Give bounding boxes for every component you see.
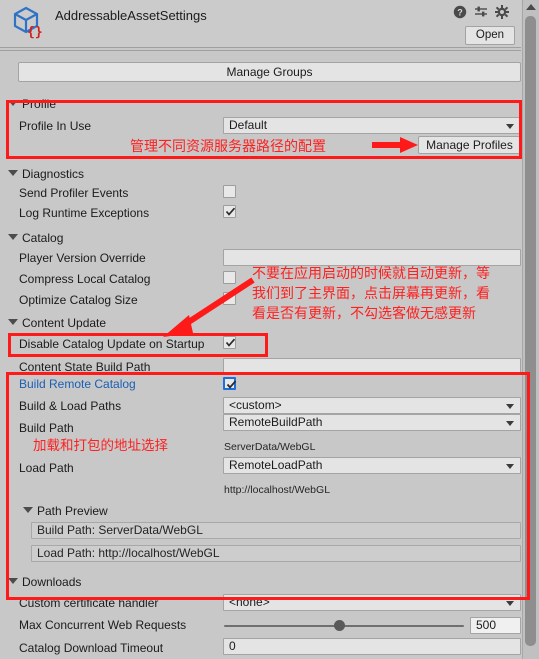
- custom-certificate-handler-dropdown[interactable]: <none>: [223, 594, 521, 611]
- load-path-preview-inline: http://localhost/WebGL: [224, 484, 331, 496]
- chevron-down-icon: [8, 319, 18, 325]
- section-title-downloads: Downloads: [22, 575, 82, 589]
- player-version-override-label: Player Version Override: [19, 251, 146, 265]
- chevron-down-icon: [23, 507, 33, 513]
- disable-catalog-update-label: Disable Catalog Update on Startup: [19, 337, 205, 351]
- page-title: AddressableAssetSettings: [55, 8, 207, 23]
- chevron-down-icon: [8, 234, 18, 240]
- section-title-catalog: Catalog: [22, 231, 64, 245]
- help-icon[interactable]: ?: [453, 5, 467, 19]
- build-remote-catalog-label: Build Remote Catalog: [19, 377, 136, 391]
- path-preview-build-row: Build Path: ServerData/WebGL: [31, 522, 521, 539]
- log-runtime-exceptions-checkbox[interactable]: [223, 205, 236, 218]
- optimize-catalog-size-label: Optimize Catalog Size: [19, 293, 138, 307]
- foldout-path-preview[interactable]: Path Preview: [23, 504, 108, 518]
- profile-in-use-label: Profile In Use: [19, 119, 92, 133]
- content-state-build-path-label: Content State Build Path: [19, 360, 151, 374]
- checkmark-icon: [226, 380, 237, 389]
- build-path-label: Build Path: [19, 421, 74, 435]
- build-load-paths-dropdown[interactable]: <custom>: [223, 397, 521, 414]
- foldout-content-update[interactable]: Content Update: [8, 316, 106, 330]
- profile-in-use-dropdown[interactable]: Default: [223, 117, 521, 134]
- header-divider: [0, 47, 521, 48]
- foldout-catalog[interactable]: Catalog: [8, 231, 63, 245]
- send-profiler-events-label: Send Profiler Events: [19, 186, 129, 200]
- inspector-window: {} AddressableAssetSettings ? Open Manag…: [0, 0, 539, 659]
- load-path-dropdown[interactable]: RemoteLoadPath: [223, 457, 521, 474]
- scrollbar-thumb[interactable]: [525, 16, 536, 646]
- catalog-download-timeout-input[interactable]: 0: [223, 638, 521, 655]
- foldout-diagnostics[interactable]: Diagnostics: [8, 167, 84, 181]
- open-button[interactable]: Open: [465, 26, 515, 45]
- chevron-down-icon: [8, 170, 18, 176]
- custom-certificate-handler-label: Custom certificate handler: [19, 596, 159, 610]
- header-divider-2: [0, 50, 521, 51]
- send-profiler-events-checkbox[interactable]: [223, 185, 236, 198]
- load-path-label: Load Path: [19, 461, 74, 475]
- svg-text:{}: {}: [27, 25, 43, 40]
- svg-text:?: ?: [457, 8, 463, 18]
- vertical-scrollbar[interactable]: [522, 0, 539, 659]
- section-title-content-update: Content Update: [22, 316, 107, 330]
- build-path-preview-inline: ServerData/WebGL: [224, 441, 316, 453]
- section-title-path-preview: Path Preview: [37, 504, 108, 518]
- content-state-build-path-input[interactable]: [223, 358, 521, 375]
- annotation-catalog-note-3: 看是否有更新，不勾选客做无感更新: [252, 306, 476, 322]
- max-concurrent-slider-knob[interactable]: [333, 620, 345, 631]
- manage-groups-button[interactable]: Manage Groups: [18, 62, 521, 82]
- build-remote-catalog-checkbox[interactable]: [223, 377, 237, 390]
- chevron-down-icon: [8, 100, 18, 106]
- scriptable-object-icon: {}: [13, 6, 43, 40]
- chevron-down-icon: [8, 578, 18, 584]
- path-preview-load-row: Load Path: http://localhost/WebGL: [31, 545, 521, 562]
- log-runtime-exceptions-label: Log Runtime Exceptions: [19, 206, 150, 220]
- max-concurrent-web-requests-input[interactable]: 500: [470, 617, 521, 634]
- checkmark-icon: [225, 207, 236, 216]
- foldout-downloads[interactable]: Downloads: [8, 575, 81, 589]
- inspector-header: {} AddressableAssetSettings ? Open: [0, 0, 521, 47]
- scroll-up-icon[interactable]: [526, 4, 536, 10]
- gear-icon[interactable]: [495, 5, 509, 19]
- header-tools: ?: [453, 5, 509, 19]
- annotation-catalog-note-2: 我们到了主界面，点击屏幕再更新，看: [252, 286, 490, 302]
- catalog-download-timeout-label: Catalog Download Timeout: [19, 641, 164, 655]
- foldout-profile[interactable]: Profile: [8, 97, 56, 111]
- section-title-profile: Profile: [22, 97, 57, 111]
- max-concurrent-web-requests-label: Max Concurrent Web Requests: [19, 618, 187, 632]
- annotation-profile-note: 管理不同资源服务器路径的配置: [130, 139, 326, 155]
- build-load-paths-label: Build & Load Paths: [19, 399, 122, 413]
- compress-local-catalog-label: Compress Local Catalog: [19, 272, 151, 286]
- annotation-catalog-note-1: 不要在应用启动的时候就自动更新，等: [252, 266, 490, 282]
- build-path-dropdown[interactable]: RemoteBuildPath: [223, 414, 521, 431]
- preset-icon[interactable]: [474, 5, 488, 19]
- manage-profiles-button[interactable]: Manage Profiles: [418, 136, 521, 154]
- section-title-diagnostics: Diagnostics: [22, 167, 85, 181]
- annotation-arrow-profile: [372, 137, 418, 153]
- annotation-arrow-catalog: [163, 277, 255, 337]
- annotation-paths-note: 加载和打包的地址选择: [33, 438, 168, 454]
